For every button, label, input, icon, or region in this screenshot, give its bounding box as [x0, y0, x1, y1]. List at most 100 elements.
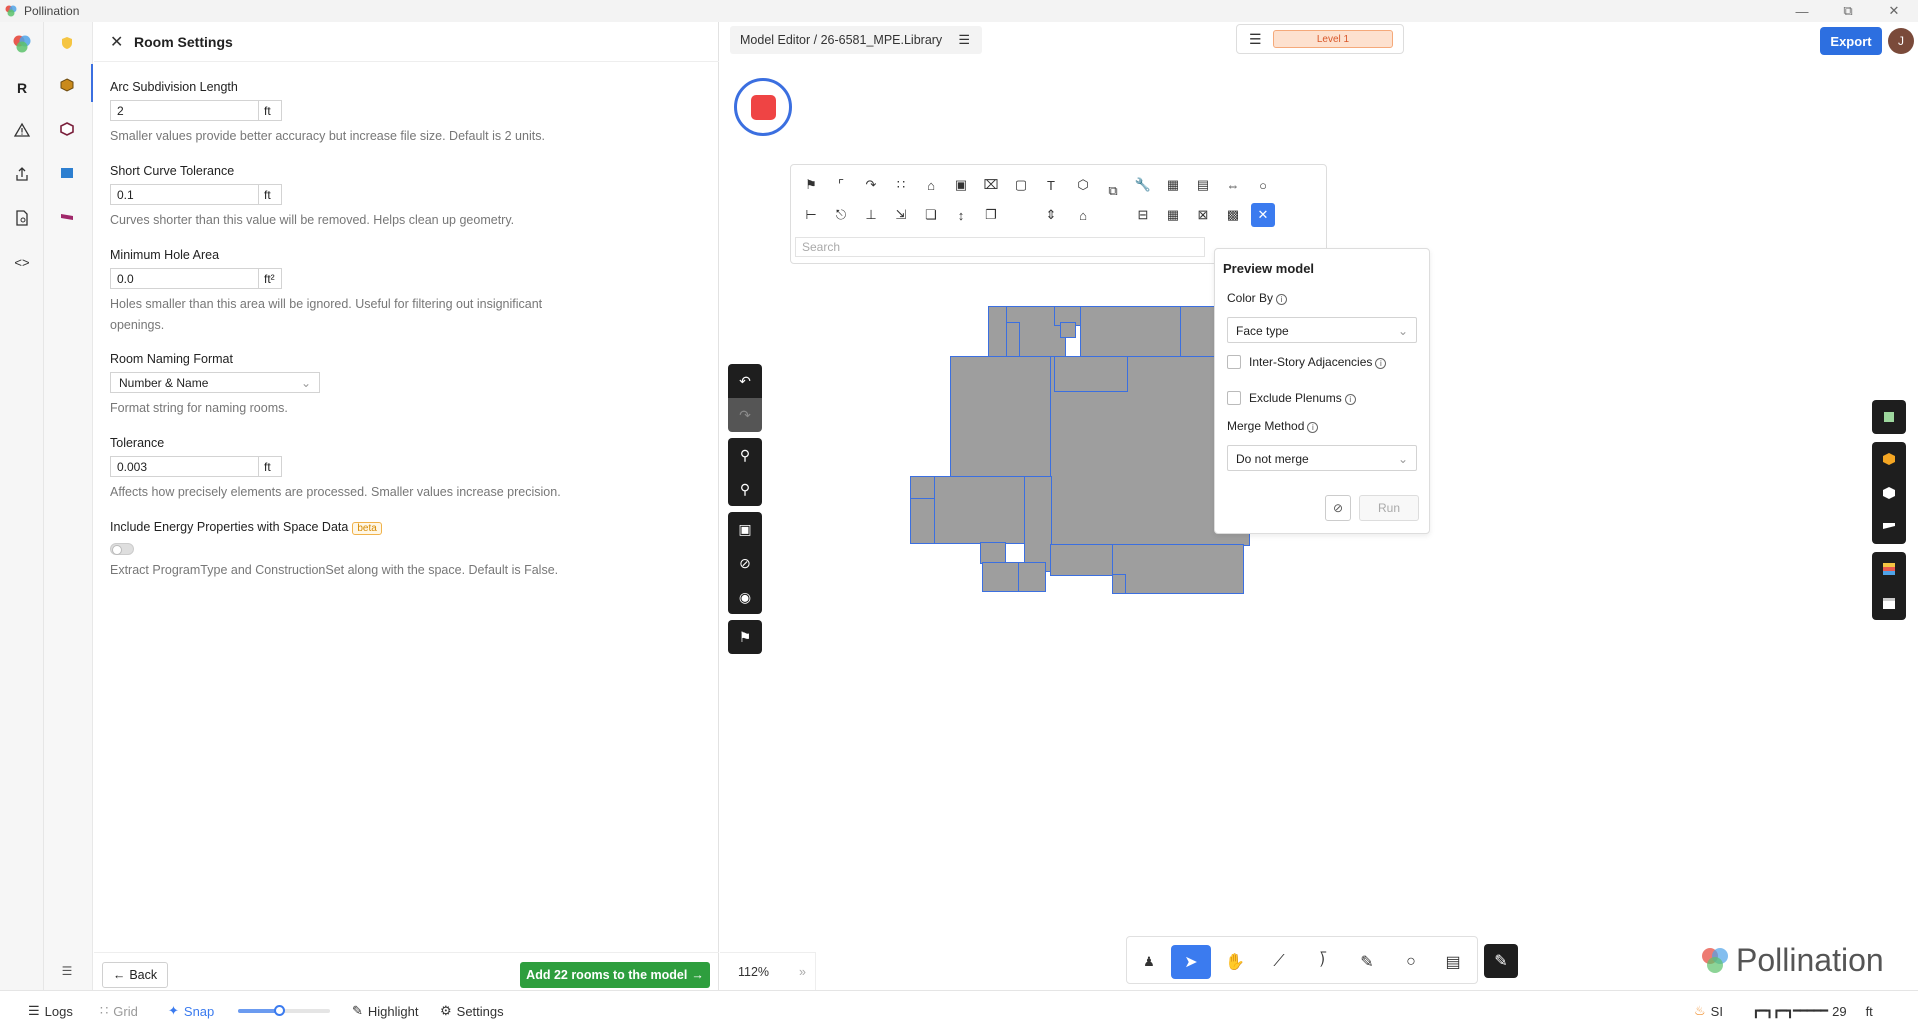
point-tool-icon[interactable]: ○ [1391, 945, 1431, 979]
info-icon[interactable]: i [1375, 358, 1387, 369]
house-lock-icon[interactable]: ⌂ [1071, 203, 1095, 227]
hide-icon[interactable]: ⊘ [728, 546, 762, 580]
room[interactable] [1024, 476, 1052, 572]
text-icon[interactable]: T [1039, 173, 1063, 197]
model-cube-panel-icon[interactable] [1872, 476, 1906, 510]
info-icon[interactable]: i [1307, 422, 1319, 433]
room[interactable] [1112, 544, 1244, 594]
revit-icon[interactable]: R [10, 76, 34, 100]
bracket-icon[interactable]: ⊢ [799, 203, 823, 227]
person-tool-icon[interactable]: ♟ [1129, 945, 1169, 979]
paint-icon[interactable]: ⎋ [829, 203, 853, 227]
model-canvas[interactable]: Model Editor / 26-6581_MPE.Library ☰ ☰ L… [720, 22, 1918, 990]
roof-icon[interactable]: ⌂ [919, 173, 943, 197]
min-hole-area-input[interactable]: 0.0 [110, 268, 258, 289]
close-palette-icon[interactable]: ✕ [1251, 203, 1275, 227]
window-grid-icon[interactable]: ▤ [1191, 173, 1215, 197]
eye-icon[interactable]: ◉ [728, 580, 762, 614]
add-rooms-button[interactable]: Add 22 rooms to the model → [520, 962, 710, 988]
warning-icon[interactable] [10, 118, 34, 142]
room[interactable] [950, 356, 1052, 478]
offset-icon[interactable]: ↷ [859, 173, 883, 197]
scale-icon[interactable]: ⇲ [889, 203, 913, 227]
info-icon[interactable]: i [1276, 294, 1288, 305]
align-bottom-icon[interactable]: ⊥ [859, 203, 883, 227]
room[interactable] [1112, 574, 1126, 594]
step-line-icon[interactable]: ⌜ [829, 173, 853, 197]
room[interactable] [1018, 562, 1046, 592]
colors-panel-icon[interactable] [1872, 552, 1906, 586]
level-chip[interactable]: Level 1 [1273, 30, 1393, 48]
minus-box-icon[interactable]: ⊟ [1131, 203, 1155, 227]
pan-hand-icon[interactable]: ✋ [1215, 945, 1255, 979]
split-icon[interactable]: ⇔ [1221, 173, 1245, 197]
units-toggle[interactable]: ♨ SI [1694, 1003, 1723, 1019]
image-icon[interactable]: ▣ [949, 173, 973, 197]
minimize-icon[interactable]: — [1782, 0, 1822, 22]
avatar[interactable]: J [1888, 28, 1914, 54]
restore-icon[interactable]: ⧉ [1828, 0, 1868, 22]
room[interactable] [910, 476, 936, 500]
distribute-icon[interactable]: ⇕ [1039, 203, 1063, 227]
energy-properties-toggle[interactable] [110, 543, 134, 555]
room[interactable] [910, 498, 936, 544]
room[interactable] [1006, 322, 1020, 358]
expand-icon[interactable]: ▦ [1161, 173, 1185, 197]
line-tool-icon[interactable]: ⟋ [1259, 945, 1299, 979]
room-cube-panel-icon[interactable] [1872, 442, 1906, 476]
layers-panel-icon[interactable] [1872, 400, 1906, 434]
code-icon[interactable]: <> [10, 250, 34, 274]
polygon-pen-icon[interactable]: ✎ [1347, 945, 1387, 979]
filter-x-icon[interactable]: ⊠ [1191, 203, 1215, 227]
tolerance-input[interactable]: 0.003 [110, 456, 258, 477]
short-curve-input[interactable]: 0.1 [110, 184, 258, 205]
logs-button[interactable]: ☰ Logs [28, 1003, 73, 1019]
room[interactable] [980, 542, 1006, 564]
room[interactable] [982, 562, 1020, 592]
cube-cut-icon[interactable]: ⬡ [1071, 173, 1095, 197]
shade-panel-icon[interactable] [1872, 510, 1906, 544]
copy-shape-icon[interactable]: ⧉ [1101, 179, 1125, 203]
frame-icon[interactable]: ▢ [1009, 173, 1033, 197]
select-pointer-icon[interactable]: ➤ [1171, 945, 1211, 979]
pollination-home-icon[interactable] [10, 32, 34, 56]
record-button[interactable] [734, 78, 792, 136]
wrench-icon[interactable]: 🔧 [1131, 173, 1155, 197]
arc-subdivision-input[interactable]: 2 [110, 100, 258, 121]
window-icon[interactable] [56, 162, 78, 184]
tool-search-input[interactable]: Search [795, 237, 1205, 257]
annotation-tool-icon[interactable]: ⚑ [728, 620, 762, 654]
room[interactable] [1050, 544, 1114, 576]
hamburger-menu-icon[interactable]: ☰ [958, 32, 970, 48]
snap-button[interactable]: ✦ Snap [168, 1003, 214, 1019]
paint-bucket-icon[interactable]: ✎ [1484, 944, 1518, 978]
expand-chevron-icon[interactable]: » [799, 965, 806, 979]
merge-method-select[interactable]: Do not merge ⌄ [1227, 445, 1417, 471]
move-vertical-icon[interactable]: ↕ [949, 203, 973, 227]
calendar-icon[interactable] [1872, 586, 1906, 620]
room[interactable] [934, 476, 1026, 544]
redo-icon[interactable]: ↷ [728, 398, 762, 432]
back-button[interactable]: ← Back [102, 962, 168, 988]
run-button[interactable]: Run [1359, 495, 1419, 521]
cancel-icon[interactable]: ⊘ [1325, 495, 1351, 521]
room[interactable] [1054, 356, 1128, 392]
undo-icon[interactable]: ↶ [728, 364, 762, 398]
exclude-plenums-checkbox[interactable] [1227, 391, 1241, 405]
close-window-icon[interactable]: ✕ [1874, 0, 1914, 22]
select-box-icon[interactable]: ▩ [1221, 203, 1245, 227]
level-selector[interactable]: ☰ Level 1 [1236, 24, 1404, 54]
wall-tool-icon[interactable]: ▤ [1433, 945, 1473, 979]
highlight-button[interactable]: ✎ Highlight [352, 1003, 419, 1019]
upload-icon[interactable] [10, 162, 34, 186]
magic-line-icon[interactable]: ⟌ [1303, 945, 1343, 979]
zoom-in-icon[interactable]: ⚲ [728, 438, 762, 472]
table-icon[interactable]: ▦ [1161, 203, 1185, 227]
box-x-icon[interactable]: ⌧ [979, 173, 1003, 197]
slider-knob[interactable] [274, 1005, 286, 1016]
room[interactable] [1060, 322, 1076, 338]
document-settings-icon[interactable] [10, 206, 34, 230]
room-naming-select[interactable]: Number & Name ⌄ [110, 372, 320, 393]
duplicate-icon[interactable]: ❏ [919, 203, 943, 227]
grid-dots-icon[interactable]: ∷ [889, 173, 913, 197]
